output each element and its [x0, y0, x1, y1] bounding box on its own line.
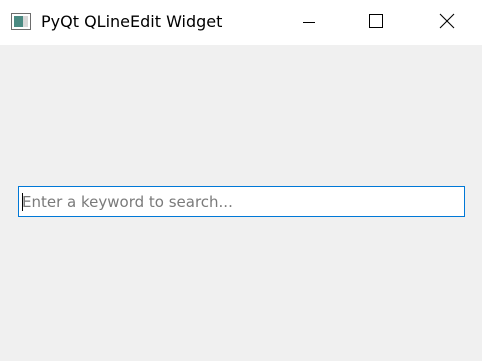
window-title: PyQt QLineEdit Widget [41, 12, 223, 31]
maximize-icon [368, 13, 384, 33]
main-window: PyQt QLineEdit Widget [0, 0, 482, 361]
minimize-icon [303, 13, 315, 32]
close-button[interactable] [414, 0, 480, 45]
maximize-button[interactable] [343, 0, 409, 45]
content-area [0, 45, 482, 361]
search-input[interactable] [18, 186, 465, 217]
close-icon [439, 13, 455, 33]
app-window-icon [11, 13, 31, 30]
text-caret [22, 193, 23, 211]
title-bar[interactable]: PyQt QLineEdit Widget [0, 0, 482, 45]
minimize-button[interactable] [276, 0, 342, 45]
